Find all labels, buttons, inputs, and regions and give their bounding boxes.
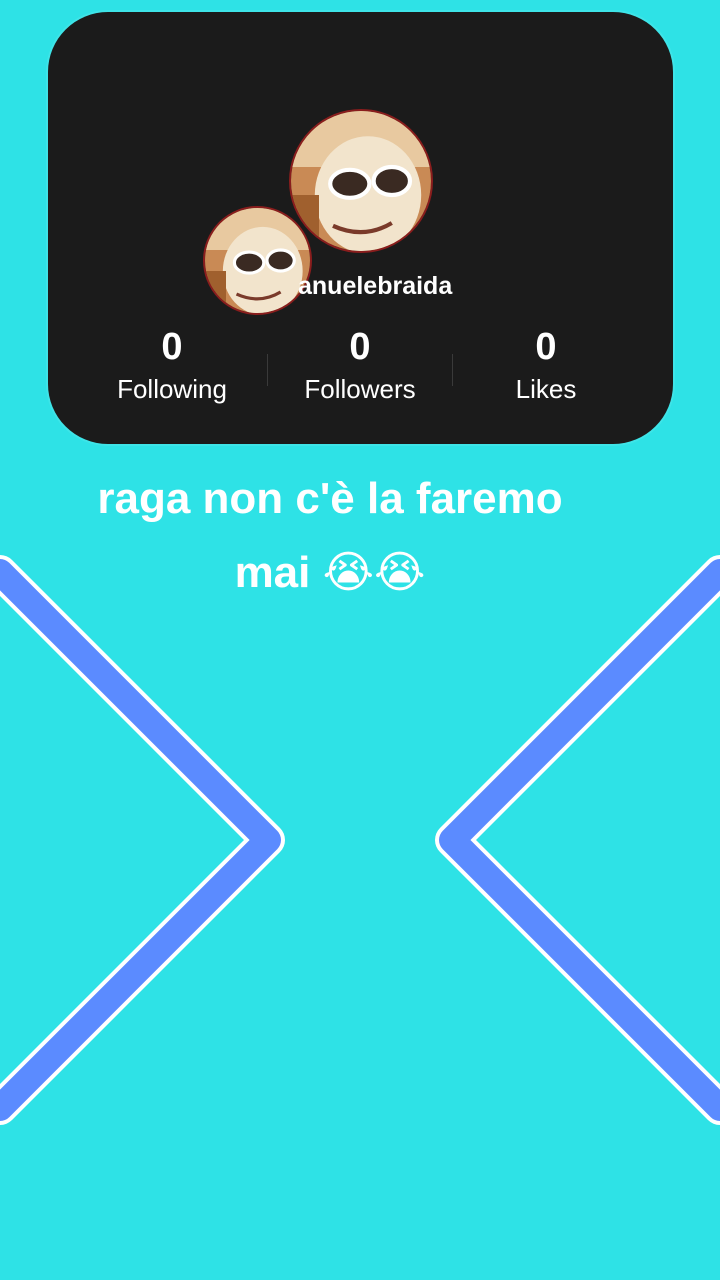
caption-line-1: raga non c'è la faremo [97,474,563,523]
caption-text: raga non c'è la faremo mai 😭😭 [0,462,660,610]
left-chevron-outline [0,555,285,1125]
stat-likes[interactable]: 0 Likes [456,324,636,406]
stat-followers[interactable]: 0 Followers [270,324,450,406]
following-label: Following [117,374,227,404]
stat-following[interactable]: 0 Following [82,324,262,406]
stat-divider [267,354,268,386]
profile-avatar-small [203,206,312,315]
right-chevron-outline [435,555,720,1125]
username[interactable]: anuelebraida [298,272,498,301]
likes-count: 0 [535,326,557,368]
profile-avatar[interactable] [289,109,433,253]
right-chevron [439,559,720,1121]
left-chevron [0,559,281,1121]
avatar-photo-small-icon [205,208,310,313]
avatar-photo-icon [291,111,431,251]
likes-label: Likes [515,374,577,404]
caption-line-2: mai 😭😭 [234,548,426,597]
followers-label: Followers [304,374,416,404]
followers-count: 0 [349,326,371,368]
profile-card: anuelebraida 0 Following 0 Followers 0 L… [48,12,673,444]
following-count: 0 [161,326,183,368]
stat-divider [452,354,453,386]
